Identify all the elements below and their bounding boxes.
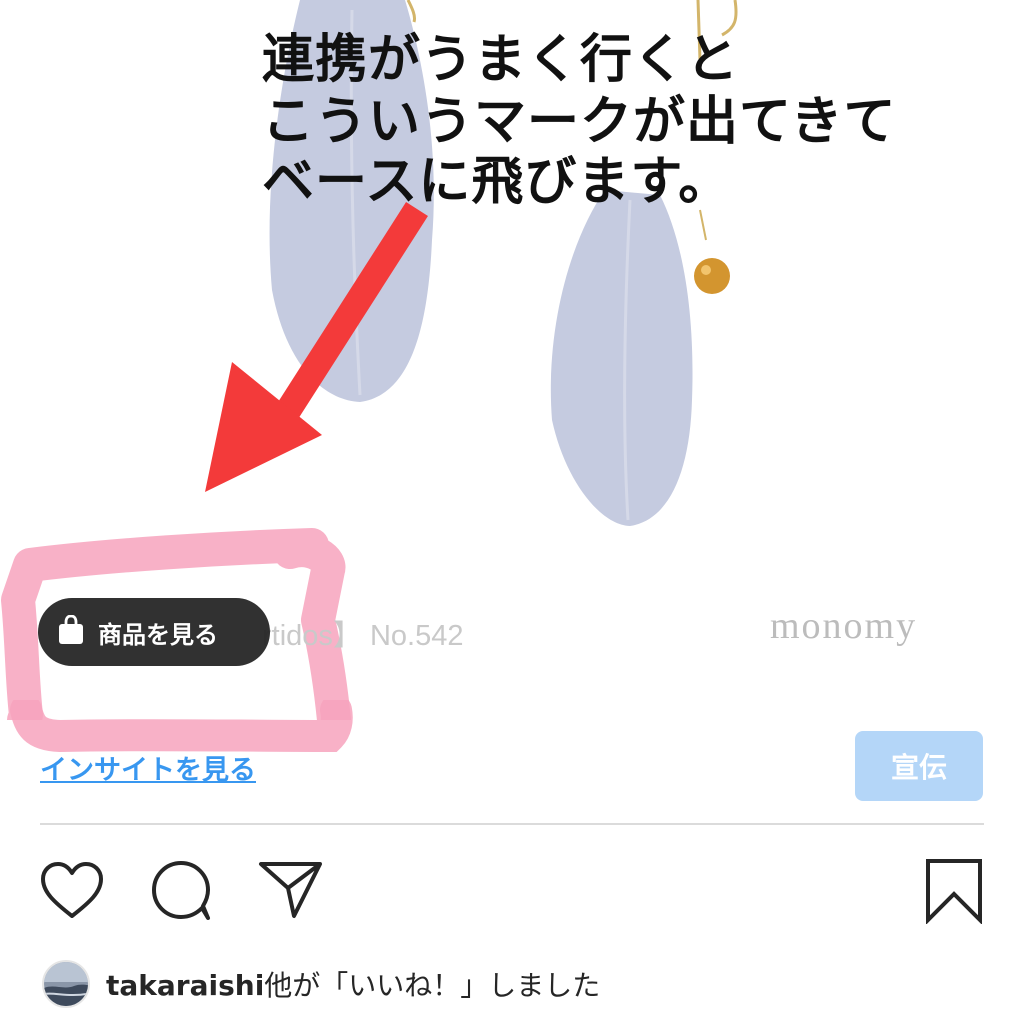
divider [40,823,984,825]
liker-username[interactable]: takaraishi [106,969,264,1002]
likes-suffix: 他が「いいね！」しました [264,969,601,1002]
view-insights-link[interactable]: インサイトを見る [40,748,256,787]
view-products-button[interactable]: 商品を見る [38,598,270,666]
product-caption: rtidos】 No.542 [262,620,464,652]
share-icon[interactable] [258,860,324,924]
comment-icon[interactable] [150,860,214,926]
annotation-line-2: こういうマークが出てきて [262,92,897,152]
view-products-label: 商品を見る [98,620,218,649]
avatar[interactable] [42,960,90,1008]
likes-row: takaraishi他が「いいね！」しました [42,958,600,1010]
bookmark-icon[interactable] [924,858,984,928]
brand-watermark: monomy [770,605,918,647]
promote-button[interactable]: 宣伝 [855,731,983,801]
shopping-bag-icon [58,614,84,649]
likes-text: takaraishi他が「いいね！」しました [106,964,600,1004]
annotation-line-3: ベースに飛びます。 [262,152,732,212]
heart-icon[interactable] [40,862,104,924]
annotation-line-1: 連携がうまく行くと [262,30,740,90]
